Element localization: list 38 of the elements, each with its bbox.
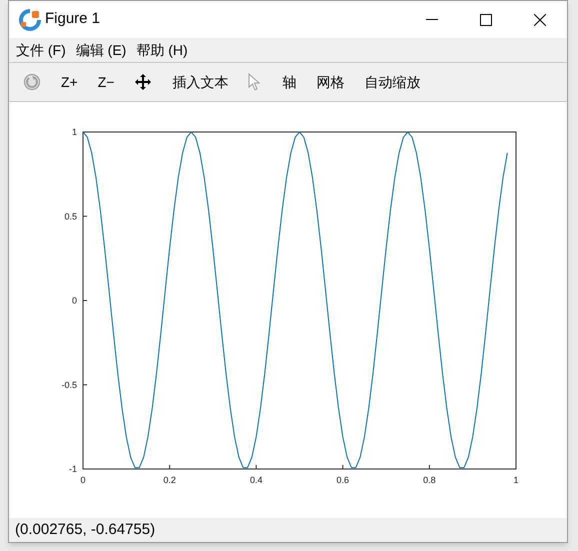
toolbar-button[interactable]: Z+ — [53, 67, 86, 97]
x-tick-label: 1 — [514, 475, 518, 485]
x-tick — [428, 464, 430, 470]
menu-item[interactable]: 编辑 (E) — [70, 39, 132, 61]
window-title: Figure 1 — [45, 9, 100, 30]
y-tick-label: 0.5 — [64, 211, 77, 222]
y-tick-label: -1 — [68, 464, 77, 474]
x-tick-label: 0.4 — [250, 475, 262, 485]
y-tick — [82, 300, 88, 301]
toolbar-button[interactable]: 自动缩放 — [356, 67, 428, 97]
y-tick — [82, 216, 88, 217]
status-text: (0.002765, -0.64755) — [15, 520, 156, 540]
cursor-icon — [248, 73, 262, 91]
x-tick — [256, 464, 257, 470]
x-tick-label: 0.8 — [423, 475, 436, 485]
x-tick — [169, 464, 170, 470]
y-tick — [82, 468, 88, 470]
y-tick-label: -0.5 — [61, 380, 77, 390]
toolbar-button[interactable]: 网格 — [308, 67, 352, 97]
x-tick-label: 0 — [80, 475, 86, 485]
toolbar-button[interactable]: Z− — [90, 67, 122, 97]
x-tick — [342, 464, 344, 470]
x-tick-label: 0.2 — [163, 475, 176, 485]
menu-item[interactable]: 文件 (F) — [11, 39, 71, 61]
maximize-icon — [480, 14, 492, 26]
x-tick — [82, 464, 84, 470]
close-icon — [534, 14, 546, 26]
app-logo-icon — [19, 8, 41, 30]
y-tick — [82, 384, 88, 386]
y-tick-label: 1 — [72, 127, 77, 137]
move-icon — [134, 73, 152, 91]
toolbar-button[interactable]: 插入文本 — [164, 67, 236, 97]
toolbar-button[interactable]: 轴 — [274, 67, 304, 97]
minimize-icon — [426, 18, 438, 20]
y-tick-label: 0 — [72, 296, 77, 306]
rotate-icon — [23, 73, 41, 91]
x-tick-label: 0.6 — [336, 475, 350, 485]
menu-item[interactable]: 帮助 (H) — [131, 39, 193, 61]
